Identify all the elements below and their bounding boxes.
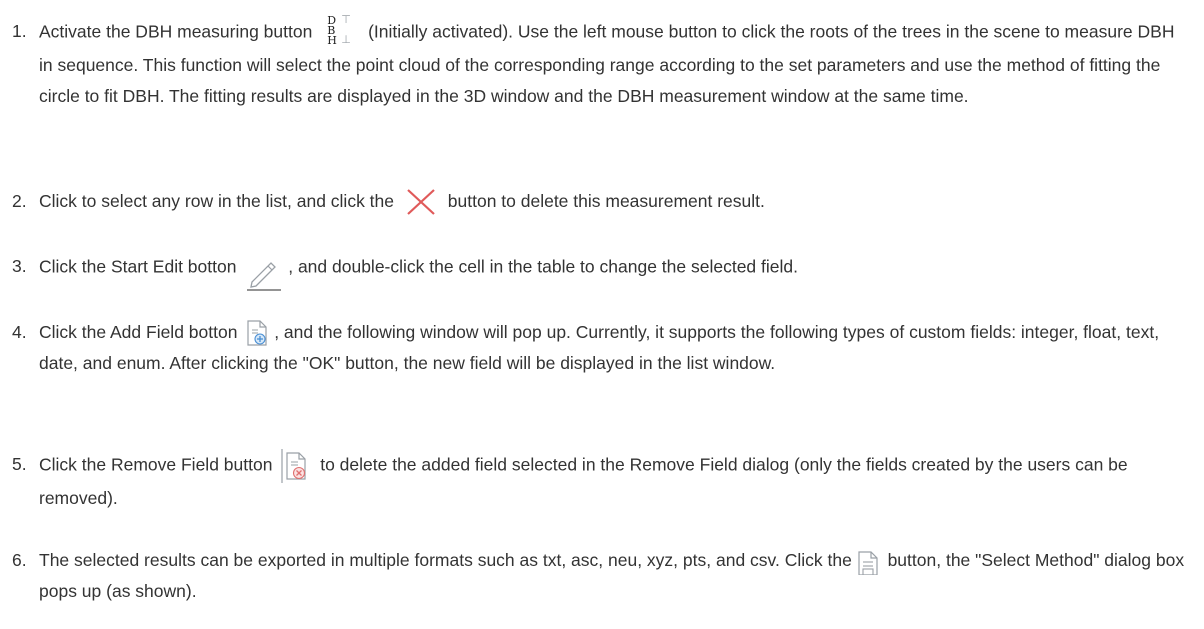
step-text-before: Click the Add Field botton: [39, 322, 238, 342]
step-5: 5. Click the Remove Field button to dele…: [12, 449, 1192, 514]
remove-field-icon: [281, 449, 309, 483]
step-text-before: Activate the DBH measuring button: [39, 21, 313, 42]
step-text-before: Click the Start Edit botton: [39, 256, 237, 277]
step-6: 6. The selected results can be exported …: [12, 545, 1192, 607]
step-number: 3.: [12, 256, 27, 276]
step-text-after: button to delete this measurement result…: [447, 191, 765, 211]
step-text-before: Click to select any row in the list, and…: [39, 191, 395, 211]
pencil-edit-icon: [247, 257, 282, 291]
export-document-icon: [857, 551, 879, 576]
dbh-tick-top: ⊤: [341, 13, 351, 26]
dbh-measure-icon: D B H ⊤ ⊥: [325, 14, 357, 48]
step-text-before: Click the Remove Field button: [39, 454, 273, 475]
delete-x-icon: [405, 187, 437, 217]
add-field-icon: [246, 320, 268, 346]
dbh-tick-bottom: ⊥: [341, 33, 351, 46]
step-text-before: The selected results can be exported in …: [39, 550, 852, 570]
step-text-after: , and double-click the cell in the table…: [288, 256, 798, 277]
step-3: 3. Click the Start Edit botton , and dou…: [12, 251, 1192, 291]
step-2: 2. Click to select any row in the list, …: [12, 186, 1192, 217]
step-number: 5.: [12, 454, 27, 474]
step-1: 1. Activate the DBH measuring button D B…: [12, 14, 1192, 112]
dbh-letter-h: H: [327, 34, 337, 47]
step-number: 6.: [12, 550, 27, 570]
step-number: 1.: [12, 21, 27, 41]
step-number: 2.: [12, 191, 27, 211]
step-4: 4. Click the Add Field botton , and the …: [12, 317, 1192, 379]
step-number: 4.: [12, 322, 27, 342]
